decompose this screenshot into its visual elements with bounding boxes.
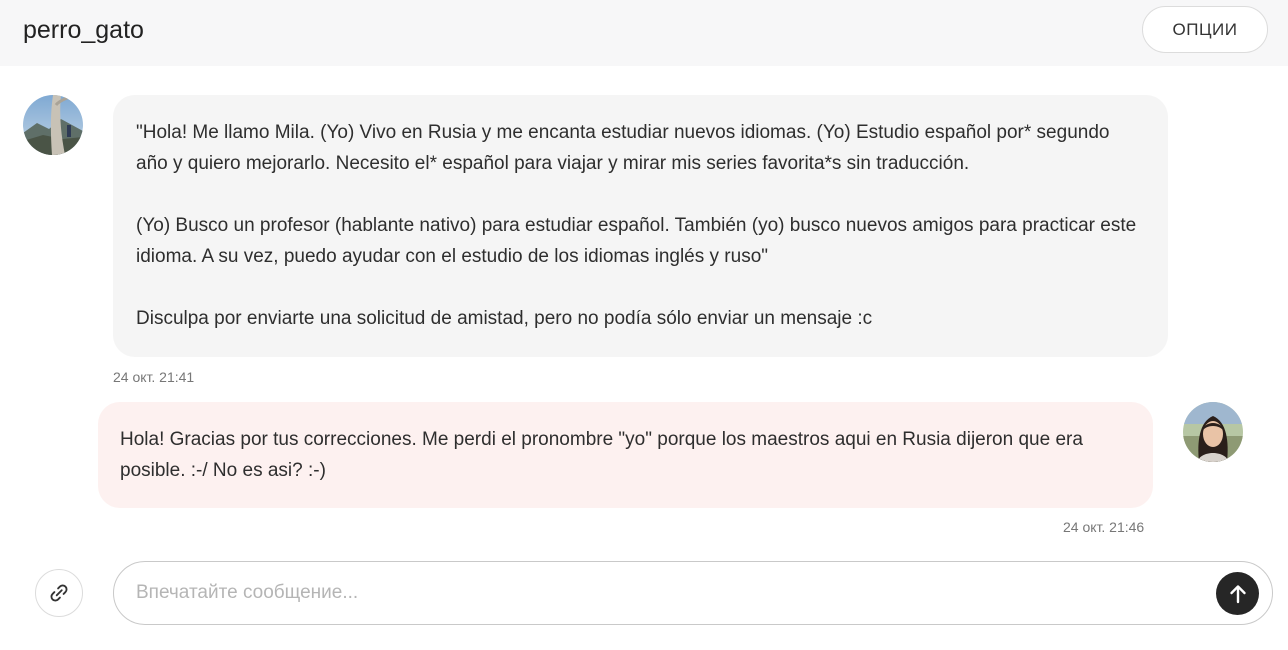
message-input[interactable] xyxy=(113,561,1273,625)
woman-portrait-icon xyxy=(1183,402,1243,462)
message-bubble-outgoing: Hola! Gracias por tus correcciones. Me p… xyxy=(98,402,1153,508)
paperclip-icon xyxy=(50,584,68,602)
message-timestamp: 24 окт. 21:41 xyxy=(113,369,195,385)
message-text: Disculpa por enviarte una solicitud de a… xyxy=(136,308,873,329)
contact-avatar[interactable] xyxy=(23,95,83,155)
landscape-photo-icon xyxy=(23,95,83,155)
message-text: "Hola! Me llamo Mila. (Yo) Vivo en Rusia… xyxy=(136,122,1110,174)
user-avatar[interactable] xyxy=(1183,402,1243,462)
options-button[interactable]: ОПЦИИ xyxy=(1142,6,1268,53)
arrow-up-icon xyxy=(1229,584,1246,603)
send-button[interactable] xyxy=(1216,572,1259,615)
chat-title: perro_gato xyxy=(23,16,144,44)
message-text: Hola! Gracias por tus correcciones. Me p… xyxy=(120,429,1083,481)
message-bubble-incoming: "Hola! Me llamo Mila. (Yo) Vivo en Rusia… xyxy=(113,95,1168,357)
message-text: (Yo) Busco un profesor (hablante nativo)… xyxy=(136,215,1137,267)
message-timestamp: 24 окт. 21:46 xyxy=(1063,519,1145,535)
chat-header: perro_gato ОПЦИИ xyxy=(0,0,1288,66)
attach-button[interactable] xyxy=(35,569,83,617)
